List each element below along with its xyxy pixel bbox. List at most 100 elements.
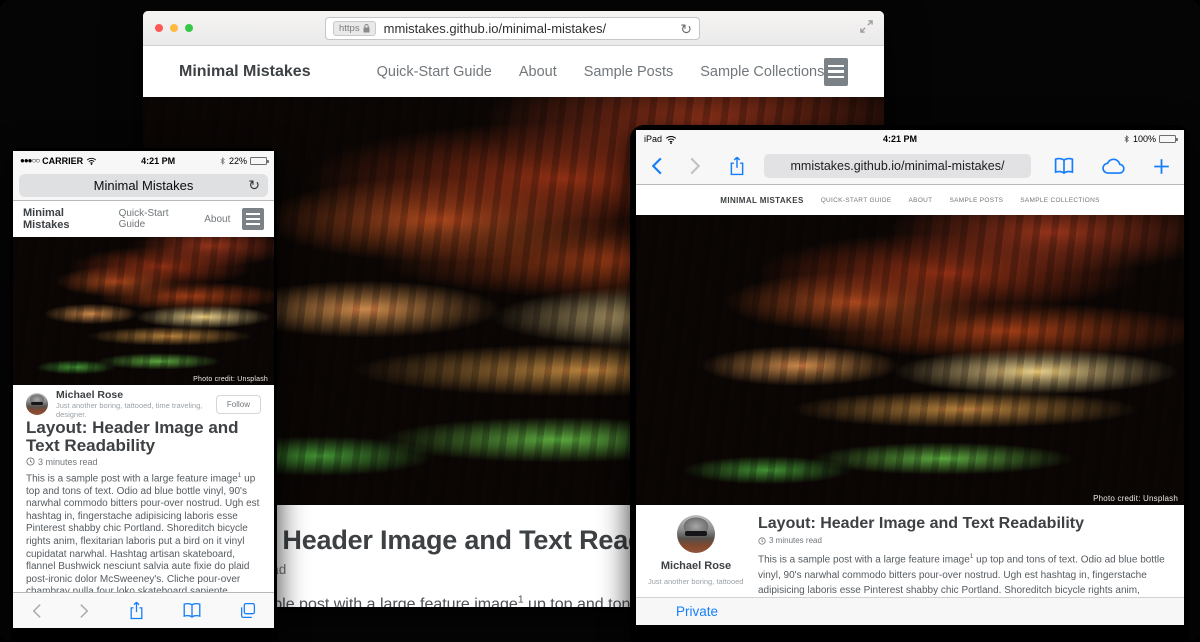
ipad-post-main: Layout: Header Image and Text Readabilit… [746, 515, 1168, 597]
status-time: 4:21 PM [97, 156, 219, 166]
wifi-icon [86, 157, 97, 165]
responsive-mockup-stage: https mmistakes.github.io/minimal-mistak… [0, 0, 1200, 642]
iphone-site-title-link[interactable]: Minimal Mistakes [23, 207, 105, 231]
reload-icon[interactable]: ↻ [680, 22, 692, 36]
private-browsing-bar: Private [636, 597, 1184, 625]
ipad-post-paragraph: This is a sample post with a large featu… [758, 552, 1168, 597]
ipad-read-time-meta: 3 minutes read [758, 536, 1168, 545]
hamburger-menu-icon[interactable] [242, 208, 264, 230]
site-title-link[interactable]: Minimal Mistakes [179, 63, 311, 81]
paragraph-lead: This is a sample post with a large featu… [758, 554, 970, 565]
ipad-screen: iPad 4:21 PM 100% mmistakes.github.io/mi… [636, 130, 1184, 625]
share-icon[interactable] [128, 600, 145, 621]
site-masthead: Minimal Mistakes Quick-Start Guide About… [143, 46, 884, 97]
iphone-site-masthead: Minimal Mistakes Quick-Start Guide About [13, 201, 274, 237]
author-row: Michael Rose Just another boring, tattoo… [26, 393, 261, 415]
iphone-post-title: Layout: Header Image and Text Readabilit… [26, 419, 261, 455]
site-nav: Quick-Start Guide About Sample Posts Sam… [377, 64, 825, 80]
signal-strength-icon: ●●●○○ [20, 156, 39, 165]
nav-item-sample-posts[interactable]: Sample Posts [584, 64, 673, 80]
author-avatar [677, 515, 715, 553]
ipad-nav-sample-posts[interactable]: Sample Posts [949, 197, 1003, 204]
ipad-site-title-link[interactable]: Minimal Mistakes [720, 196, 803, 205]
ipad-post-title: Layout: Header Image and Text Readabilit… [758, 515, 1168, 533]
ipad-post-content: Michael Rose Just another boring, tattoo… [636, 505, 1184, 597]
device-label: iPad [644, 134, 662, 144]
lock-icon [363, 24, 370, 33]
wifi-icon [665, 135, 677, 144]
battery-icon [1159, 135, 1176, 143]
address-bar[interactable]: https mmistakes.github.io/minimal-mistak… [325, 17, 700, 40]
author-bio: Just another boring, tattooed, time trav… [648, 577, 744, 586]
nav-item-quick-start-guide[interactable]: Quick-Start Guide [377, 64, 492, 80]
fullscreen-icon[interactable] [860, 20, 873, 33]
iphone-url-row: Minimal Mistakes ↻ [13, 170, 274, 201]
minimize-window-icon[interactable] [170, 24, 178, 32]
iphone-screen: ●●●○○ CARRIER 4:21 PM 22% Minimal Mistak… [13, 151, 274, 628]
private-label[interactable]: Private [676, 604, 718, 619]
paragraph-rest: up top and tons of text. Odio ad blue bo… [26, 473, 259, 592]
forward-icon[interactable] [79, 602, 90, 620]
bluetooth-icon [1123, 134, 1130, 144]
ipad-nav-about[interactable]: About [909, 197, 933, 204]
iphone-device: ●●●○○ CARRIER 4:21 PM 22% Minimal Mistak… [10, 148, 277, 642]
zoom-window-icon[interactable] [185, 24, 193, 32]
https-badge: https [333, 21, 376, 36]
carrier-label: CARRIER [42, 156, 83, 166]
bluetooth-icon [219, 156, 226, 166]
bookmarks-icon[interactable] [182, 602, 202, 619]
tabs-icon[interactable] [239, 602, 256, 619]
iphone-nav-quick-start-guide[interactable]: Quick-Start Guide [119, 208, 191, 230]
clock-icon [758, 537, 766, 545]
clock-icon [26, 457, 35, 466]
ipad-feature-header-image: Photo credit: Unsplash [636, 215, 1184, 505]
iphone-post-content: Michael Rose Just another boring, tattoo… [13, 385, 274, 592]
back-icon[interactable] [650, 156, 663, 176]
url-text: mmistakes.github.io/minimal-mistakes/ [384, 21, 681, 36]
ipad-status-right: 100% [1123, 134, 1176, 144]
ipad-read-time-label: 3 minutes read [769, 536, 822, 545]
battery-percent: 22% [229, 156, 247, 166]
author-name: Michael Rose [661, 560, 731, 573]
share-icon[interactable] [728, 155, 746, 177]
iphone-url-label: Minimal Mistakes [94, 178, 194, 193]
forward-icon[interactable] [689, 156, 702, 176]
ipad-address-field[interactable]: mmistakes.github.io/minimal-mistakes/ [764, 154, 1031, 178]
iphone-nav-about[interactable]: About [204, 214, 230, 225]
bookmarks-icon[interactable] [1053, 157, 1075, 175]
nav-item-about[interactable]: About [519, 64, 557, 80]
ipad-device: iPad 4:21 PM 100% mmistakes.github.io/mi… [630, 125, 1190, 642]
new-tab-icon[interactable] [1153, 158, 1170, 175]
hamburger-menu-icon[interactable] [824, 58, 848, 86]
reload-icon[interactable]: ↻ [248, 178, 260, 192]
author-sidebar: Michael Rose Just another boring, tattoo… [646, 515, 746, 597]
paragraph-lead: This is a sample post with a large featu… [26, 473, 238, 484]
ipad-nav-quick-start-guide[interactable]: Quick-Start Guide [821, 197, 892, 204]
safari-toolbar: mmistakes.github.io/minimal-mistakes/ [636, 148, 1184, 185]
ipad-url-text: mmistakes.github.io/minimal-mistakes/ [791, 159, 1005, 173]
close-window-icon[interactable] [155, 24, 163, 32]
battery-percent: 100% [1133, 134, 1156, 144]
status-time: 4:21 PM [677, 134, 1123, 144]
nav-item-sample-collections[interactable]: Sample Collections [700, 64, 824, 80]
author-avatar [26, 393, 48, 415]
battery-icon [250, 157, 267, 165]
photo-credit: Photo credit: Unsplash [1087, 492, 1184, 505]
back-icon[interactable] [31, 602, 42, 620]
safari-bottom-toolbar [13, 592, 274, 628]
iphone-status-right: 22% [219, 156, 267, 166]
iphone-address-field[interactable]: Minimal Mistakes ↻ [19, 174, 268, 197]
author-bio: Just another boring, tattooed, time trav… [56, 401, 216, 419]
ipad-status-bar: iPad 4:21 PM 100% [636, 130, 1184, 148]
icloud-tabs-icon[interactable] [1101, 157, 1127, 175]
iphone-post-paragraph: This is a sample post with a large featu… [26, 472, 261, 592]
browser-chrome-bar: https mmistakes.github.io/minimal-mistak… [143, 11, 884, 46]
follow-button[interactable]: Follow [216, 395, 261, 414]
iphone-status-bar: ●●●○○ CARRIER 4:21 PM 22% [13, 151, 274, 170]
iphone-read-time-meta: 3 minutes read [26, 457, 261, 467]
https-label: https [339, 23, 360, 34]
photo-credit: Photo credit: Unsplash [187, 374, 274, 385]
window-controls [155, 24, 193, 32]
ipad-nav-sample-collections[interactable]: Sample Collections [1020, 197, 1099, 204]
iphone-feature-header-image: Photo credit: Unsplash [13, 237, 274, 385]
